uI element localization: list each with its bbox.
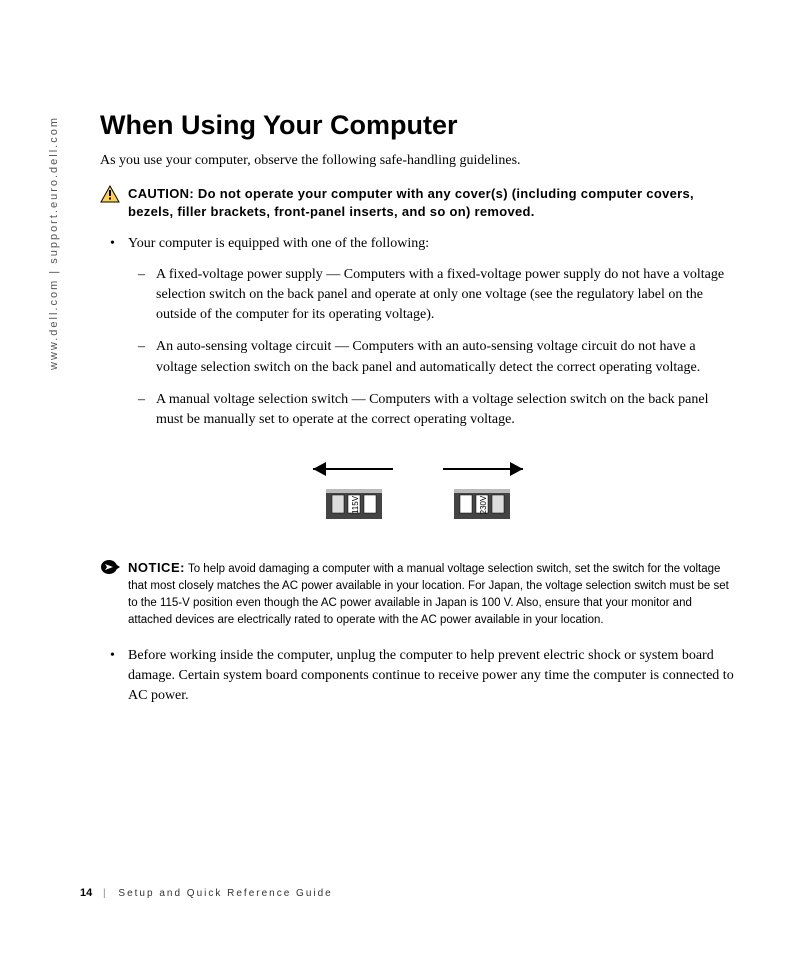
notice-callout: NOTICE: To help avoid damaging a compute… bbox=[100, 558, 735, 630]
footer-divider: | bbox=[103, 888, 108, 899]
page-number: 14 bbox=[80, 887, 92, 899]
sidebar-url-text: www.dell.com | support.euro.dell.com bbox=[48, 116, 60, 370]
page-content: When Using Your Computer As you use your… bbox=[100, 110, 735, 719]
caution-icon bbox=[100, 185, 120, 208]
switch-label-115v: 115V bbox=[351, 495, 360, 514]
notice-icon bbox=[100, 559, 120, 580]
notice-label: NOTICE: bbox=[128, 560, 185, 575]
page-heading: When Using Your Computer bbox=[100, 110, 735, 141]
notice-text: NOTICE: To help avoid damaging a compute… bbox=[128, 558, 735, 630]
page-footer: 14 | Setup and Quick Reference Guide bbox=[80, 887, 333, 899]
caution-label: CAUTION: bbox=[128, 186, 194, 201]
bullet-unplug: Before working inside the computer, unpl… bbox=[100, 646, 735, 707]
voltage-switch-figure: 115V 230V bbox=[100, 449, 735, 534]
intro-paragraph: As you use your computer, observe the fo… bbox=[100, 151, 735, 171]
caution-text: CAUTION: Do not operate your computer wi… bbox=[128, 185, 735, 223]
switch-label-230v: 230V bbox=[479, 495, 488, 514]
bullet-equipped: Your computer is equipped with one of th… bbox=[100, 234, 735, 430]
bullet-equipped-text: Your computer is equipped with one of th… bbox=[128, 236, 429, 251]
footer-title: Setup and Quick Reference Guide bbox=[118, 888, 332, 899]
dash-fixed-voltage: A fixed-voltage power supply — Computers… bbox=[128, 265, 735, 326]
notice-body: To help avoid damaging a computer with a… bbox=[128, 563, 729, 627]
caution-body: Do not operate your computer with any co… bbox=[128, 186, 694, 220]
dash-auto-sensing: An auto-sensing voltage circuit — Comput… bbox=[128, 337, 735, 378]
dash-manual-switch: A manual voltage selection switch — Comp… bbox=[128, 390, 735, 431]
caution-callout: CAUTION: Do not operate your computer wi… bbox=[100, 185, 735, 223]
